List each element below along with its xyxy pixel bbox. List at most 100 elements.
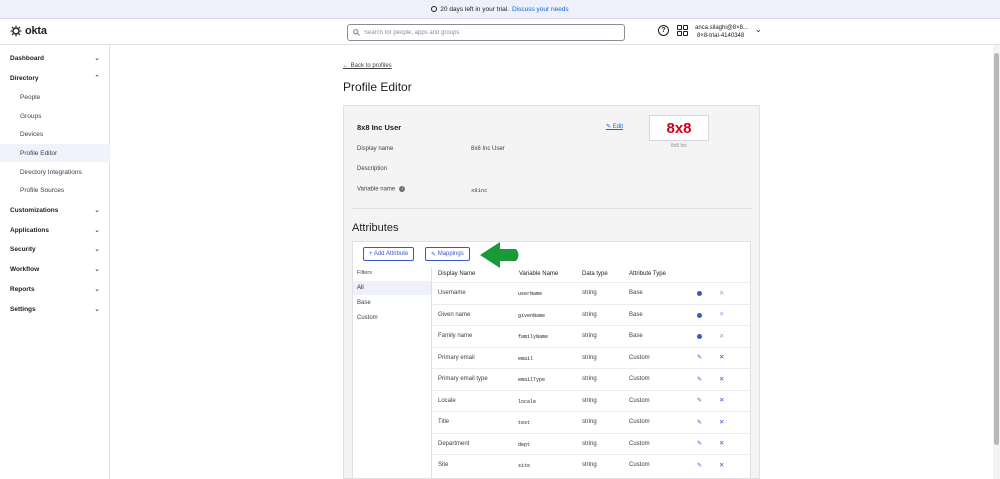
pencil-icon[interactable]: ✎ [697, 441, 702, 447]
table-row-divider [432, 411, 750, 412]
okta-sun-icon [10, 25, 22, 37]
green-arrow-icon [480, 242, 519, 268]
display-name-label: Display name [357, 146, 394, 152]
remove-icon[interactable]: ✕ [719, 376, 724, 383]
chevron-up-icon: ⌃ [94, 75, 100, 82]
pencil-icon[interactable]: ✎ [697, 463, 702, 469]
variable-name-cell: dept [518, 441, 531, 448]
sidebar-item-profile-editor[interactable]: Profile Editor [0, 144, 110, 162]
attribute-type-cell: Custom [629, 440, 650, 447]
nav-directory[interactable]: Directory ⌃ [0, 69, 110, 87]
mappings-button[interactable]: ✎ Mappings [425, 247, 470, 261]
remove-icon: ✕ [719, 311, 725, 318]
display-name-cell: Family name [438, 333, 473, 339]
sidebar-item-devices[interactable]: Devices [0, 125, 110, 143]
user-org: 8×8-trial-4140348 [697, 33, 745, 39]
chevron-down-icon: ⌄ [94, 306, 100, 313]
section-divider [351, 208, 752, 209]
attribute-type-cell: Custom [629, 397, 650, 404]
search-input[interactable] [364, 29, 614, 36]
remove-icon[interactable]: ✕ [719, 462, 724, 469]
nav-customizations[interactable]: Customizations ⌄ [0, 201, 110, 219]
nav-dashboard[interactable]: Dashboard ⌄ [0, 49, 110, 67]
table-row-divider [432, 432, 750, 434]
remove-icon[interactable]: ✕ [719, 397, 724, 404]
sidebar-item-profile-sources[interactable]: Profile Sources [0, 181, 110, 199]
sidebar-item-directory-integrations[interactable]: Directory Integrations [0, 163, 110, 181]
sidebar-item-people[interactable]: People [0, 88, 110, 106]
data-type-cell: string [582, 376, 597, 382]
remove-icon[interactable]: ✕ [719, 419, 724, 426]
variable-name-cell: givenName [518, 312, 546, 319]
pencil-icon: ✎ [431, 251, 437, 258]
col-attribute-type: Attribute Type [629, 271, 666, 277]
nav-workflow[interactable]: Workflow ⌄ [0, 260, 110, 278]
chevron-down-icon: ⌄ [94, 55, 100, 62]
nav-applications[interactable]: Applications ⌄ [0, 221, 110, 239]
add-attribute-button[interactable]: + Add Attribute [363, 247, 415, 261]
variable-name-cell: test [518, 420, 531, 426]
pencil-icon[interactable]: ✎ [697, 398, 702, 404]
table-row-divider [432, 389, 750, 391]
nav-reports[interactable]: Reports ⌄ [0, 280, 110, 298]
filters-heading: Filters [357, 270, 372, 276]
chevron-down-icon: ⌄ [94, 266, 100, 273]
filter-all[interactable]: All [353, 281, 431, 295]
page-scrollbar[interactable] [993, 45, 1000, 479]
back-to-profiles-link[interactable]: ← Back to profiles [343, 63, 392, 69]
attribute-type-cell: Base [629, 333, 643, 339]
nav-security[interactable]: Security ⌄ [0, 240, 110, 258]
filter-base[interactable]: Base [353, 296, 431, 310]
search-box[interactable] [347, 24, 625, 41]
variable-name-cell: locale [518, 398, 537, 405]
clock-icon [431, 6, 438, 12]
chevron-down-icon[interactable]: ⌄ [755, 26, 762, 34]
table-row-divider [432, 346, 750, 348]
remove-icon[interactable]: ✕ [719, 354, 724, 361]
display-name-cell: Primary email type [438, 376, 488, 382]
pencil-icon[interactable]: ✎ [697, 355, 702, 361]
display-name-cell: Department [438, 440, 470, 447]
data-type-cell: string [582, 440, 597, 447]
okta-logo[interactable]: okta [10, 25, 47, 37]
chevron-down-icon: ⌄ [94, 207, 100, 214]
variable-name-value: x8inc [471, 187, 488, 194]
help-icon[interactable]: ? [658, 25, 669, 36]
col-data-type: Data type [582, 271, 608, 277]
variable-name-cell: userName [518, 291, 543, 297]
description-label: Description [357, 166, 388, 172]
data-type-cell: string [582, 462, 597, 468]
remove-icon[interactable]: ✕ [719, 440, 724, 447]
app-logo: 8x8 [649, 115, 709, 141]
display-name-cell: Title [438, 419, 450, 425]
edit-profile-link[interactable]: ✎ Edit [606, 123, 623, 130]
okta-wordmark: okta [25, 25, 47, 37]
table-row-divider [432, 325, 750, 326]
display-name-cell: Locale [438, 397, 456, 404]
data-type-cell: string [582, 333, 597, 339]
attribute-type-cell: Custom [629, 354, 650, 361]
scrollbar-thumb[interactable] [994, 53, 999, 445]
nav-settings[interactable]: Settings ⌄ [0, 300, 110, 318]
filter-custom[interactable]: Custom [353, 311, 431, 325]
apps-grid-icon[interactable] [677, 25, 688, 36]
chevron-down-icon: ⌄ [94, 246, 100, 253]
info-icon[interactable] [697, 334, 702, 339]
pencil-icon[interactable]: ✎ [697, 420, 702, 426]
attribute-type-cell: Base [629, 311, 643, 318]
discuss-needs-link[interactable]: Discuss your needs [512, 6, 569, 13]
info-icon[interactable] [697, 291, 702, 296]
pencil-icon[interactable]: ✎ [697, 377, 702, 383]
sidebar-item-groups[interactable]: Groups [0, 107, 110, 125]
data-type-cell: string [582, 290, 597, 296]
attribute-type-cell: Base [629, 290, 643, 296]
display-name-cell: Username [438, 290, 466, 296]
info-icon[interactable]: i [399, 186, 406, 192]
info-icon[interactable] [697, 312, 702, 318]
remove-icon: ✕ [719, 332, 725, 340]
data-type-cell: string [582, 311, 597, 318]
display-name-cell: Primary email [438, 354, 475, 361]
user-email: anca.silaghi@8×8... [695, 25, 748, 31]
user-menu[interactable]: anca.silaghi@8×8... 8×8-trial-4140348 ⌄ [695, 24, 762, 40]
data-type-cell: string [582, 397, 597, 404]
